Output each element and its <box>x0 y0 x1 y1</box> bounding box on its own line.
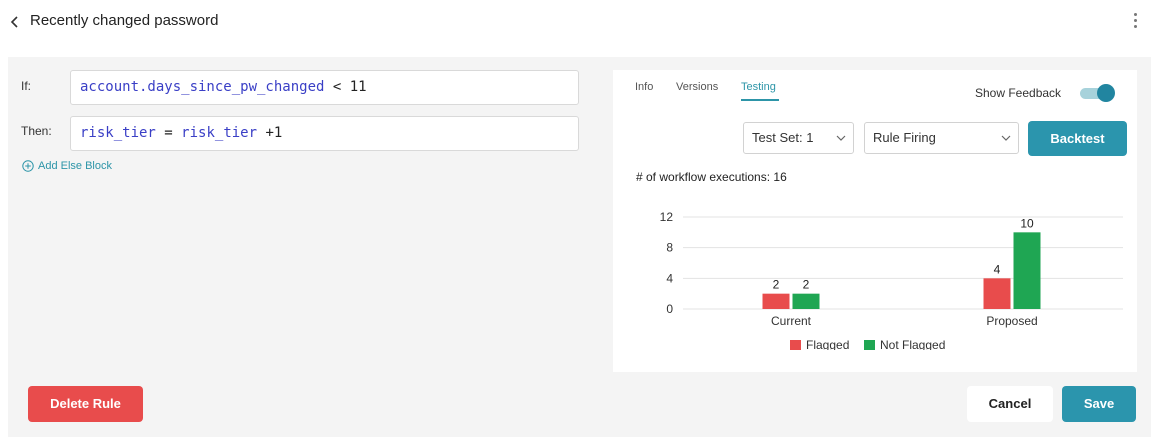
y-tick-label: 8 <box>666 241 673 255</box>
x-tick-label: Proposed <box>986 314 1037 328</box>
then-rhs-rest: +1 <box>265 125 283 141</box>
test-set-value: Test Set: 1 <box>752 130 814 145</box>
y-tick-label: 12 <box>660 210 674 224</box>
add-else-block-link[interactable]: Add Else Block <box>22 160 112 172</box>
show-feedback-label: Show Feedback <box>975 86 1062 100</box>
then-action-input[interactable]: risk_tier = risk_tier +1 <box>70 116 579 151</box>
y-tick-label: 4 <box>666 271 673 285</box>
if-label: If: <box>21 79 32 93</box>
legend-label: Not Flagged <box>880 338 945 350</box>
if-operator: < <box>332 79 342 95</box>
then-rhs-var: risk_tier <box>181 125 258 141</box>
data-label: 4 <box>994 262 1001 276</box>
chevron-down-icon <box>836 135 846 141</box>
rule-editor-panel: If: account.days_since_pw_changed < 11 T… <box>8 57 1151 437</box>
cancel-button[interactable]: Cancel <box>967 386 1053 422</box>
flagged-bar <box>762 293 790 309</box>
if-lhs: account.days_since_pw_changed <box>80 79 325 95</box>
data-label: 2 <box>803 278 810 292</box>
delete-rule-button[interactable]: Delete Rule <box>28 386 143 422</box>
y-tick-label: 0 <box>666 302 673 316</box>
tab-info[interactable]: Info <box>635 81 653 93</box>
workflow-executions-label: # of workflow executions: 16 <box>636 170 787 184</box>
flagged-bar <box>983 278 1011 309</box>
tab-testing[interactable]: Testing <box>741 81 776 93</box>
show-feedback-toggle[interactable] <box>1080 84 1115 102</box>
then-operator: = <box>164 125 173 141</box>
chevron-down-icon <box>1001 135 1011 141</box>
then-label: Then: <box>21 124 52 138</box>
test-set-select[interactable]: Test Set: 1 <box>743 122 854 154</box>
chevron-left-icon[interactable] <box>9 13 21 31</box>
data-label: 10 <box>1020 216 1034 230</box>
page-title: Recently changed password <box>30 12 219 29</box>
rule-mode-select[interactable]: Rule Firing <box>864 122 1019 154</box>
rule-mode-value: Rule Firing <box>873 130 936 145</box>
plus-circle-icon <box>22 160 34 172</box>
x-tick-label: Current <box>771 314 812 328</box>
testing-bar-chart: 0 4 8 12 2 2 Current 4 10 Proposed Flagged Not Flag… <box>660 210 1123 350</box>
testing-card: Info Versions Testing Show Feedback Test… <box>613 70 1137 372</box>
active-tab-indicator <box>741 99 779 101</box>
tab-versions[interactable]: Versions <box>676 81 718 93</box>
more-options-icon[interactable] <box>1130 13 1140 33</box>
add-else-label: Add Else Block <box>38 160 112 172</box>
save-button[interactable]: Save <box>1062 386 1136 422</box>
not-flagged-bar <box>1013 232 1041 309</box>
data-label: 2 <box>773 278 780 292</box>
legend-swatch <box>790 340 801 350</box>
legend-label: Flagged <box>806 338 849 350</box>
if-rhs: 11 <box>349 79 367 95</box>
not-flagged-bar <box>792 293 820 309</box>
if-condition-input[interactable]: account.days_since_pw_changed < 11 <box>70 70 579 105</box>
backtest-button[interactable]: Backtest <box>1028 121 1127 156</box>
page-header: Recently changed password <box>0 0 1159 44</box>
then-lhs: risk_tier <box>80 125 156 141</box>
legend-swatch <box>864 340 875 350</box>
